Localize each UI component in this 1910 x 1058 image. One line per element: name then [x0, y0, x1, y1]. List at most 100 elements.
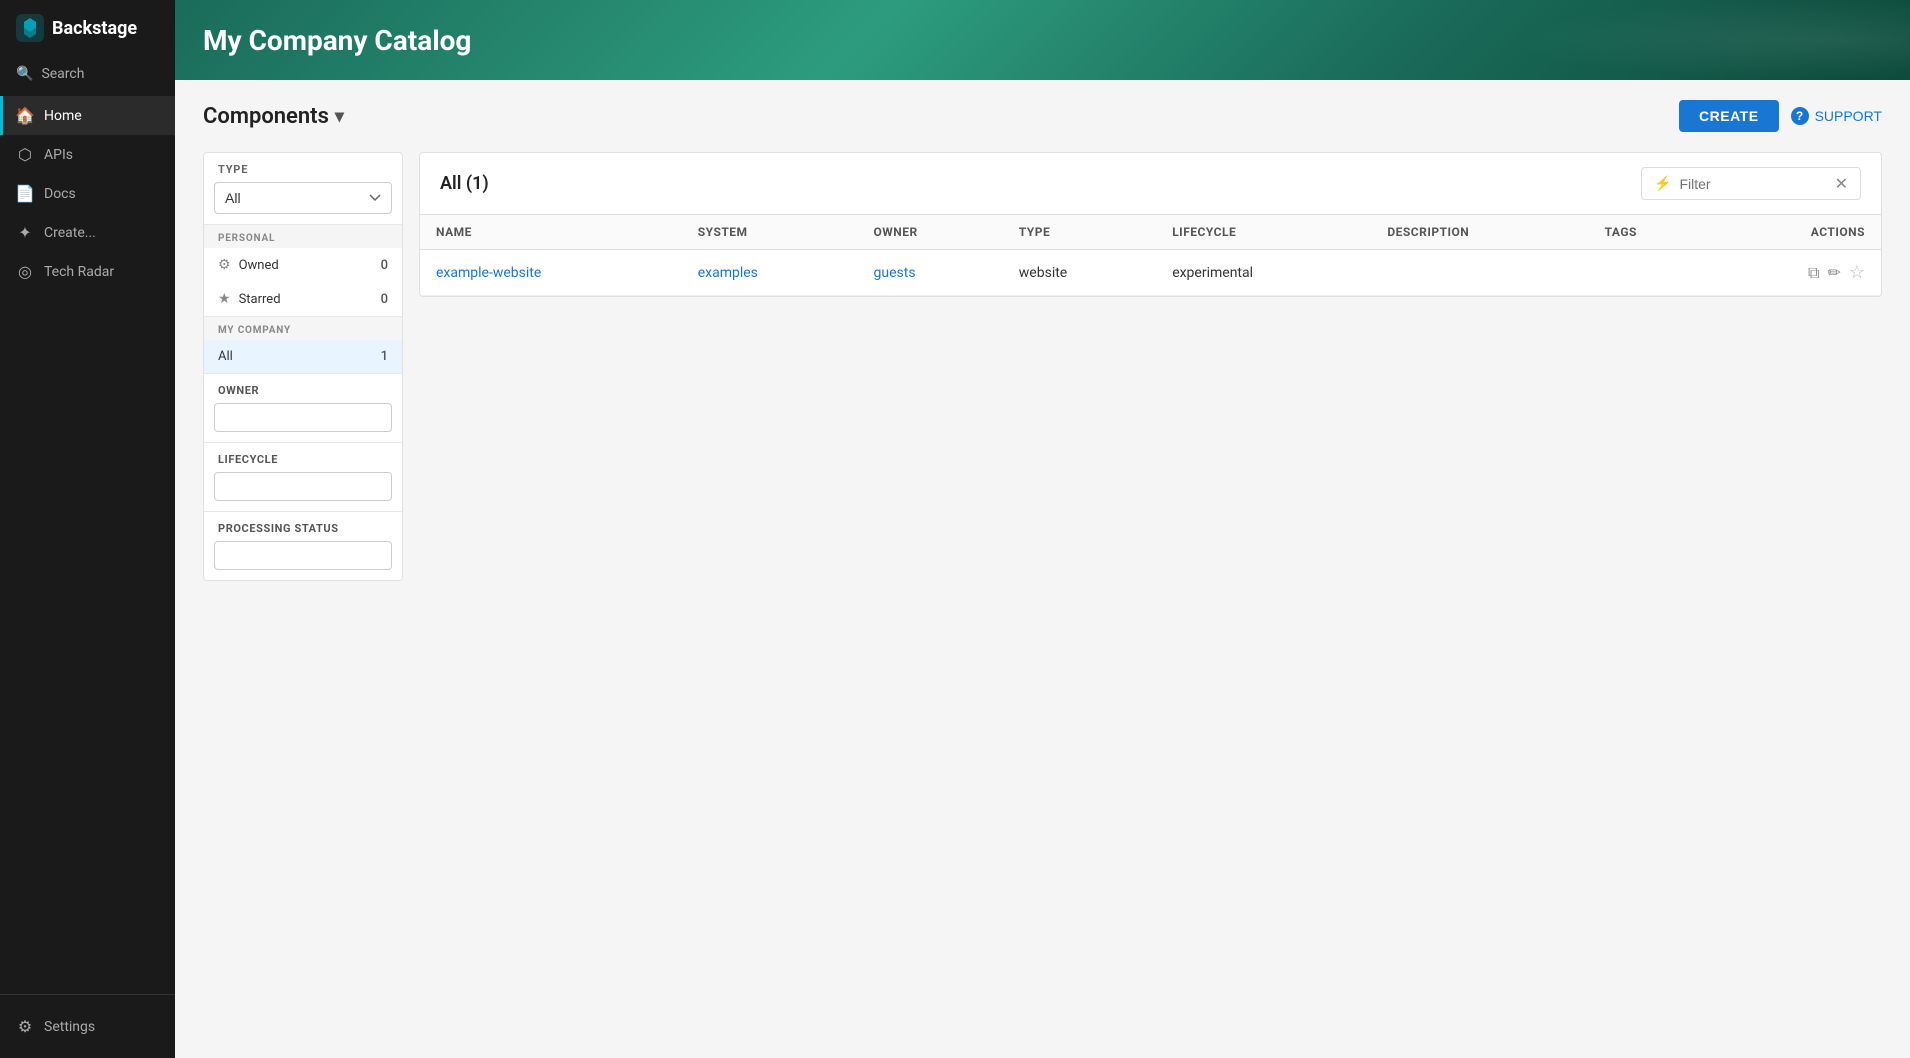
col-lifecycle: LIFECYCLE — [1156, 215, 1371, 250]
my-company-label: MY COMPANY — [204, 317, 402, 340]
sidebar-item-apis-label: APIs — [44, 147, 73, 163]
sidebar-nav: 🏠 Home ⬡ APIs 📄 Docs ✦ Create... ◎ Tech … — [0, 92, 175, 994]
content-area: Components ▾ CREATE ? SUPPORT Type Al — [175, 80, 1910, 1058]
page-title: My Company Catalog — [203, 24, 471, 57]
create-icon: ✦ — [16, 223, 34, 242]
active-indicator — [0, 96, 3, 135]
toolbar: Components ▾ CREATE ? SUPPORT — [203, 100, 1882, 132]
name-link[interactable]: example-website — [436, 265, 541, 281]
processing-status-section: PROCESSING STATUS — [204, 511, 402, 580]
cell-actions: ⧉ ✏ ☆ — [1711, 250, 1881, 296]
col-system: SYSTEM — [682, 215, 858, 250]
filter-input[interactable] — [1679, 176, 1826, 192]
cell-name: example-website — [420, 250, 682, 296]
search-button[interactable]: 🔍 Search — [0, 56, 175, 92]
cell-system: examples — [682, 250, 858, 296]
filter-panel: Type All Service Website Library Documen… — [203, 152, 403, 581]
owned-item-left: ⚙ Owned — [218, 257, 279, 273]
cell-description — [1371, 250, 1588, 296]
col-name: NAME — [420, 215, 682, 250]
support-button[interactable]: ? SUPPORT — [1791, 107, 1882, 125]
settings-icon: ⚙ — [16, 1017, 34, 1036]
apis-icon: ⬡ — [16, 145, 34, 164]
table-area: All (1) ⚡ ✕ NAME SYSTEM OWNER TYPE — [419, 152, 1882, 297]
col-description: DESCRIPTION — [1371, 215, 1588, 250]
sidebar-item-tech-radar-label: Tech Radar — [44, 264, 114, 280]
cell-type: website — [1003, 250, 1156, 296]
create-button[interactable]: CREATE — [1679, 100, 1779, 132]
starred-item-left: ★ Starred — [218, 291, 281, 307]
heading-chevron-icon: ▾ — [335, 106, 344, 127]
all-count-label: All (1) — [440, 173, 489, 194]
table-header-bar: All (1) ⚡ ✕ — [420, 153, 1881, 215]
filter-funnel-icon: ⚡ — [1654, 176, 1671, 192]
system-link[interactable]: examples — [698, 265, 758, 281]
starred-label: Starred — [239, 292, 281, 307]
processing-status-select[interactable] — [214, 541, 392, 570]
type-select-wrapper: All Service Website Library Documentatio… — [204, 182, 402, 224]
sidebar-item-docs-label: Docs — [44, 186, 76, 202]
type-filter-section: Type All Service Website Library Documen… — [204, 153, 402, 224]
my-company-section: MY COMPANY All 1 — [204, 316, 402, 373]
header-banner: My Company Catalog — [175, 0, 1910, 80]
app-name: Backstage — [52, 18, 137, 39]
support-label: SUPPORT — [1815, 108, 1882, 124]
cell-owner: guests — [858, 250, 1003, 296]
starred-count: 0 — [381, 292, 388, 307]
data-table: NAME SYSTEM OWNER TYPE LIFECYCLE DESCRIP… — [420, 215, 1881, 296]
type-select[interactable]: All Service Website Library Documentatio… — [214, 182, 392, 214]
main-layout: Type All Service Website Library Documen… — [203, 152, 1882, 581]
favorite-star-icon[interactable]: ☆ — [1849, 262, 1865, 283]
sidebar-item-settings[interactable]: ⚙ Settings — [0, 1007, 175, 1046]
filter-item-starred[interactable]: ★ Starred 0 — [204, 282, 402, 316]
cell-lifecycle: experimental — [1156, 250, 1371, 296]
sidebar: Backstage 🔍 Search 🏠 Home ⬡ APIs 📄 Docs … — [0, 0, 175, 1058]
col-type: TYPE — [1003, 215, 1156, 250]
owner-select[interactable] — [214, 403, 392, 432]
all-item-left: All — [218, 349, 233, 364]
tech-radar-icon: ◎ — [16, 262, 34, 281]
home-icon: 🏠 — [16, 106, 34, 125]
filter-item-owned[interactable]: ⚙ Owned 0 — [204, 248, 402, 282]
table-row: example-website examples guests website … — [420, 250, 1881, 296]
search-icon: 🔍 — [16, 66, 33, 82]
search-label: Search — [41, 66, 84, 82]
action-icons: ⧉ ✏ ☆ — [1727, 262, 1865, 283]
type-label: Type — [204, 153, 402, 182]
personal-label: PERSONAL — [204, 225, 402, 248]
docs-icon: 📄 — [16, 184, 34, 203]
sidebar-item-settings-label: Settings — [44, 1019, 95, 1035]
owned-gear-icon: ⚙ — [218, 257, 231, 273]
table-header: NAME SYSTEM OWNER TYPE LIFECYCLE DESCRIP… — [420, 215, 1881, 250]
sidebar-bottom: ⚙ Settings — [0, 994, 175, 1058]
lifecycle-section: LIFECYCLE — [204, 442, 402, 511]
page-heading-text: Components — [203, 104, 329, 129]
backstage-logo-icon — [16, 14, 44, 42]
sidebar-item-apis[interactable]: ⬡ APIs — [0, 135, 175, 174]
table-header-row: NAME SYSTEM OWNER TYPE LIFECYCLE DESCRIP… — [420, 215, 1881, 250]
sidebar-item-create[interactable]: ✦ Create... — [0, 213, 175, 252]
sidebar-item-home[interactable]: 🏠 Home — [0, 96, 175, 135]
toolbar-actions: CREATE ? SUPPORT — [1679, 100, 1882, 132]
filter-clear-button[interactable]: ✕ — [1835, 174, 1848, 193]
sidebar-item-create-label: Create... — [44, 225, 96, 241]
lifecycle-select[interactable] — [214, 472, 392, 501]
page-heading: Components ▾ — [203, 104, 344, 129]
all-count: 1 — [381, 349, 388, 364]
open-external-icon[interactable]: ⧉ — [1808, 263, 1819, 283]
lifecycle-label: LIFECYCLE — [214, 453, 392, 466]
processing-status-label: PROCESSING STATUS — [214, 522, 392, 535]
personal-section: PERSONAL ⚙ Owned 0 ★ Starred 0 — [204, 224, 402, 316]
owner-link[interactable]: guests — [874, 265, 916, 281]
app-logo[interactable]: Backstage — [0, 0, 175, 56]
cell-tags — [1589, 250, 1712, 296]
all-label: All — [218, 349, 233, 364]
sidebar-item-docs[interactable]: 📄 Docs — [0, 174, 175, 213]
support-circle-icon: ? — [1791, 107, 1809, 125]
col-tags: TAGS — [1589, 215, 1712, 250]
edit-icon[interactable]: ✏ — [1827, 263, 1840, 282]
sidebar-item-tech-radar[interactable]: ◎ Tech Radar — [0, 252, 175, 291]
owner-label: OWNER — [214, 384, 392, 397]
col-actions: ACTIONS — [1711, 215, 1881, 250]
filter-item-all[interactable]: All 1 — [204, 340, 402, 373]
